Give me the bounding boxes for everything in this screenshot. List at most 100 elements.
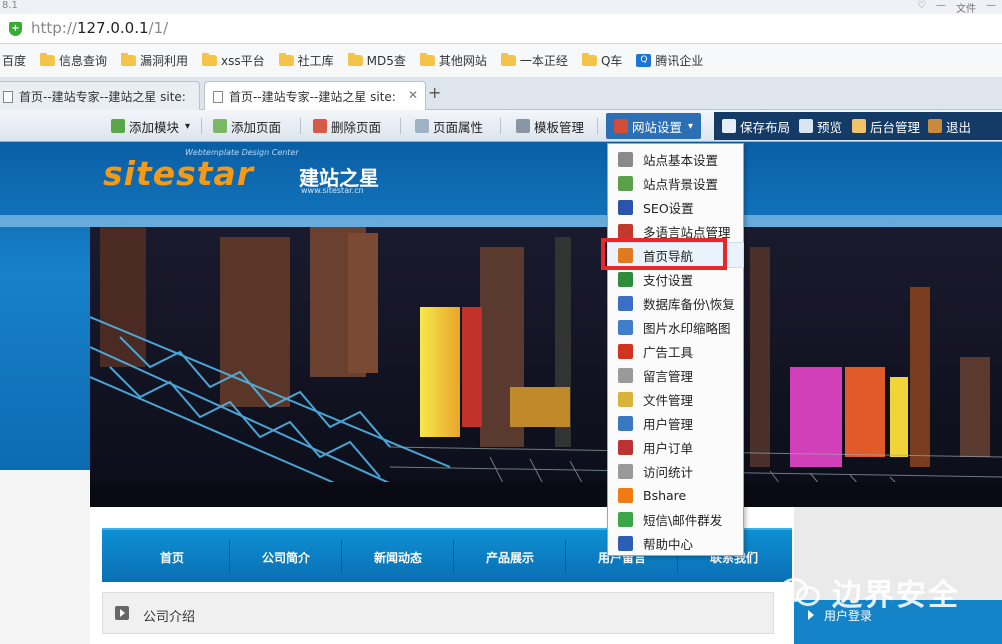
browser-tab[interactable]: 首页--建站专家--建站之星 site:: [0, 81, 200, 110]
file-icon: [618, 391, 633, 407]
menu-item-image[interactable]: 图片水印缩略图: [608, 315, 743, 339]
close-tab-icon[interactable]: ✕: [408, 88, 418, 102]
help-icon: [618, 535, 633, 551]
menu-item-sms[interactable]: 短信\邮件群发: [608, 507, 743, 531]
url-path: /1/: [148, 19, 169, 37]
add-module-button[interactable]: 添加模块 ▾: [111, 116, 190, 136]
bookmark-folder[interactable]: 漏洞利用: [121, 52, 188, 69]
sms-icon: [618, 511, 633, 527]
add-page-icon: [213, 119, 227, 133]
preview-button[interactable]: 预览: [799, 116, 842, 136]
url-host: 127.0.0.1: [76, 19, 149, 37]
menu-item-label: 站点基本设置: [643, 152, 719, 168]
chevron-down-icon: ▾: [185, 120, 191, 132]
bookmark-label: 百度: [2, 54, 27, 68]
logout-icon: [928, 119, 942, 133]
save-layout-button[interactable]: 保存布局: [722, 116, 790, 136]
nav-divider: [453, 540, 454, 574]
site-settings-button[interactable]: 网站设置 ▾: [606, 113, 702, 139]
menu-item-bshare[interactable]: Bshare: [608, 483, 743, 507]
bookmark-label: MD5查: [366, 54, 406, 68]
logout-button[interactable]: 退出: [928, 116, 971, 136]
tab-title: 首页--建站专家--建站之星 site:: [229, 90, 396, 104]
toolbar-divider: [201, 118, 202, 134]
toolbar-divider: [500, 118, 501, 134]
bookmark-tencent[interactable]: Q 腾讯企业: [636, 52, 703, 69]
menu-item-seo[interactable]: SEO设置: [608, 195, 743, 219]
toolbar-divider: [400, 118, 401, 134]
bookmark-baidu[interactable]: 百度: [2, 52, 26, 69]
menu-item-background[interactable]: 站点背景设置: [608, 171, 743, 195]
company-intro-title[interactable]: 公司介绍: [143, 606, 195, 625]
file-menu[interactable]: 文件: [956, 0, 976, 15]
menu-item-gear[interactable]: 站点基本设置: [608, 147, 743, 171]
site-settings-label: 网站设置: [632, 119, 683, 135]
header-stripe: [0, 215, 1002, 227]
logout-label: 退出: [946, 119, 972, 135]
nav-item-news[interactable]: 新闻动态: [374, 549, 422, 566]
page-icon: [3, 91, 13, 103]
admin-button[interactable]: 后台管理: [852, 116, 920, 136]
folder-icon: [419, 53, 435, 66]
template-manage-button[interactable]: 模板管理: [516, 116, 584, 136]
bookmark-folder[interactable]: MD5查: [347, 52, 406, 69]
highlight-box: [601, 238, 727, 270]
menu-item-database[interactable]: 数据库备份\恢复: [608, 291, 743, 315]
menu-item-help[interactable]: 帮助中心: [608, 531, 743, 555]
window-title-strip: 8.1 ♡ — 文件 —: [0, 0, 1002, 15]
bookmark-label: 漏洞利用: [140, 54, 189, 68]
minimize-button[interactable]: —: [986, 0, 996, 15]
site-settings-menu: 站点基本设置 站点背景设置 SEO设置 多语言站点管理 首页导航 支付设置 数据库备份\恢复…: [607, 143, 744, 556]
database-icon: [618, 295, 633, 311]
nav-item-home[interactable]: 首页: [160, 549, 184, 566]
menu-item-ad[interactable]: 广告工具: [608, 339, 743, 363]
toolbar-divider: [597, 118, 598, 134]
delete-page-button[interactable]: 删除页面: [313, 116, 381, 136]
bookmark-folder[interactable]: 社工库: [278, 52, 334, 69]
menu-item-order[interactable]: 用户订单: [608, 435, 743, 459]
add-module-icon: [111, 119, 125, 133]
page-properties-icon: [415, 119, 429, 133]
url-field[interactable]: http://127.0.0.1/1/: [31, 19, 168, 37]
new-tab-button[interactable]: +: [428, 83, 441, 102]
browser-version: 8.1: [2, 0, 18, 11]
bookmark-folder[interactable]: 信息查询: [40, 52, 107, 69]
address-bar[interactable]: + http://127.0.0.1/1/: [0, 14, 1002, 44]
menu-item-label: 数据库备份\恢复: [643, 296, 735, 312]
delete-page-label: 删除页面: [331, 119, 382, 135]
bookmark-folder[interactable]: 一本正经: [500, 52, 568, 69]
menu-item-stats[interactable]: 访问统计: [608, 459, 743, 483]
bookmark-folder[interactable]: Q车: [581, 52, 622, 69]
window-controls: ♡ — 文件 —: [917, 0, 996, 15]
menu-item-users[interactable]: 用户管理: [608, 411, 743, 435]
minimize-icon[interactable]: —: [936, 0, 946, 15]
save-layout-label: 保存布局: [740, 119, 791, 135]
site-logo[interactable]: Webtemplate Design Center sitestar 建站之星 …: [103, 148, 393, 198]
nav-item-about[interactable]: 公司简介: [262, 549, 310, 566]
menu-item-label: 留言管理: [643, 368, 694, 384]
admin-user-icon: [852, 119, 866, 133]
page-icon: [213, 91, 223, 103]
menu-item-message[interactable]: 留言管理: [608, 363, 743, 387]
folder-icon: [581, 53, 597, 66]
logo-url: www.sitestar.cn: [301, 186, 364, 195]
menu-item-payment[interactable]: 支付设置: [608, 267, 743, 291]
background-icon: [618, 175, 633, 191]
nav-item-products[interactable]: 产品展示: [486, 549, 534, 566]
favorite-icon[interactable]: ♡: [917, 0, 926, 15]
template-icon: [516, 119, 530, 133]
security-shield-icon[interactable]: +: [9, 22, 22, 36]
browser-tab-active[interactable]: 首页--建站专家--建站之星 site: ✕: [204, 81, 426, 111]
menu-item-label: Bshare: [643, 487, 687, 503]
preview-label: 预览: [817, 119, 843, 135]
bshare-icon: [618, 487, 633, 503]
folder-icon: [40, 53, 56, 66]
page-properties-button[interactable]: 页面属性: [415, 116, 483, 136]
toolbar-divider: [300, 118, 301, 134]
bookmark-folder[interactable]: xss平台: [202, 52, 265, 69]
wechat-logo-icon: [778, 572, 824, 612]
menu-item-file[interactable]: 文件管理: [608, 387, 743, 411]
add-page-button[interactable]: 添加页面: [213, 116, 281, 136]
bookmark-folder[interactable]: 其他网站: [419, 52, 487, 69]
menu-item-label: 访问统计: [643, 464, 694, 480]
